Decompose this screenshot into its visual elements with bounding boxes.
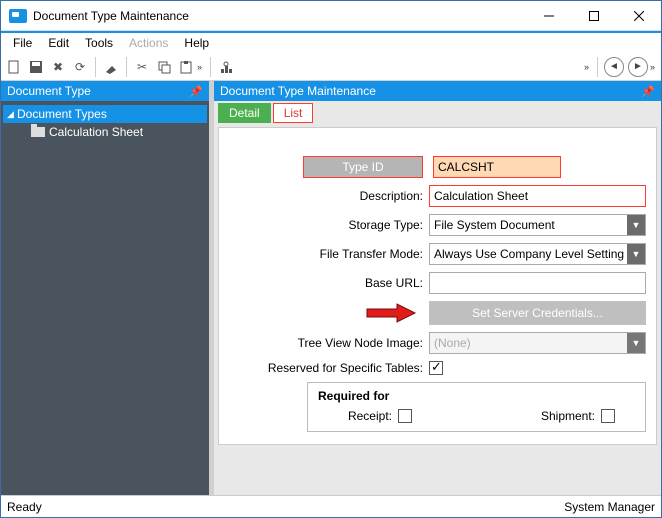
toolbar: ✖ ⟳ ✂ » » ◄ ► » bbox=[1, 53, 661, 81]
nav-forward-button[interactable]: ► bbox=[628, 57, 648, 77]
file-transfer-select[interactable]: Always Use Company Level Setting ▼ bbox=[429, 243, 646, 265]
cut-icon[interactable]: ✂ bbox=[131, 56, 153, 78]
nav-overflow-icon[interactable]: » bbox=[650, 62, 655, 72]
type-id-button[interactable]: Type ID bbox=[303, 156, 423, 178]
status-right: System Manager bbox=[564, 500, 655, 514]
menu-tools[interactable]: Tools bbox=[77, 34, 121, 52]
shipment-label: Shipment: bbox=[541, 409, 601, 423]
titlebar: Document Type Maintenance bbox=[1, 1, 661, 31]
clear-icon[interactable] bbox=[100, 56, 122, 78]
sidebar-header: Document Type 📌 bbox=[1, 81, 209, 101]
menu-file[interactable]: File bbox=[5, 34, 40, 52]
description-label: Description: bbox=[229, 189, 429, 203]
tab-list[interactable]: List bbox=[273, 103, 314, 123]
callout-arrow-icon bbox=[363, 303, 417, 323]
toolbar-overflow-right-icon[interactable]: » bbox=[584, 62, 589, 72]
file-transfer-label: File Transfer Mode: bbox=[229, 247, 429, 261]
shipment-checkbox[interactable] bbox=[601, 409, 615, 423]
copy-icon[interactable] bbox=[153, 56, 175, 78]
storage-type-select[interactable]: File System Document ▼ bbox=[429, 214, 646, 236]
reserved-checkbox[interactable] bbox=[429, 361, 443, 375]
menu-help[interactable]: Help bbox=[176, 34, 217, 52]
tree-child-label: Calculation Sheet bbox=[49, 125, 143, 139]
base-url-label: Base URL: bbox=[229, 276, 429, 290]
status-left: Ready bbox=[7, 500, 42, 514]
required-for-title: Required for bbox=[318, 389, 635, 403]
new-icon[interactable] bbox=[3, 56, 25, 78]
reserved-label: Reserved for Specific Tables: bbox=[229, 361, 429, 375]
tree-image-select: (None) ▼ bbox=[429, 332, 646, 354]
tree-root-label: Document Types bbox=[17, 107, 107, 121]
expand-icon[interactable]: ◢ bbox=[7, 109, 17, 120]
app-icon bbox=[9, 9, 27, 23]
receipt-label: Receipt: bbox=[318, 409, 398, 423]
save-icon[interactable] bbox=[25, 56, 47, 78]
nav-back-button[interactable]: ◄ bbox=[604, 57, 624, 77]
sidebar: Document Type 📌 ◢ Document Types Calcula… bbox=[1, 81, 209, 495]
pin-icon[interactable]: 📌 bbox=[641, 85, 655, 98]
close-button[interactable] bbox=[616, 1, 661, 30]
base-url-input[interactable] bbox=[429, 272, 646, 294]
menu-actions: Actions bbox=[121, 34, 176, 52]
type-id-field[interactable]: CALCSHT bbox=[433, 156, 561, 178]
menu-edit[interactable]: Edit bbox=[40, 34, 77, 52]
app-window: Document Type Maintenance File Edit Tool… bbox=[0, 0, 662, 518]
sidebar-title: Document Type bbox=[7, 84, 91, 98]
detail-form: Type ID CALCSHT Description: Storage Typ… bbox=[218, 127, 657, 445]
toolbar-overflow-icon[interactable]: » bbox=[197, 62, 202, 72]
menubar: File Edit Tools Actions Help bbox=[1, 31, 661, 53]
refresh-icon[interactable]: ⟳ bbox=[69, 56, 91, 78]
receipt-checkbox[interactable] bbox=[398, 409, 412, 423]
main-title: Document Type Maintenance bbox=[220, 84, 376, 98]
description-input[interactable] bbox=[429, 185, 646, 207]
tree-view[interactable]: ◢ Document Types Calculation Sheet bbox=[1, 101, 209, 495]
tab-detail[interactable]: Detail bbox=[218, 103, 271, 123]
maximize-button[interactable] bbox=[571, 1, 616, 30]
storage-type-label: Storage Type: bbox=[229, 218, 429, 232]
chevron-down-icon: ▼ bbox=[627, 333, 645, 353]
tree-image-label: Tree View Node Image: bbox=[229, 336, 429, 350]
chevron-down-icon: ▼ bbox=[627, 244, 645, 264]
minimize-button[interactable] bbox=[526, 1, 571, 30]
tree-item-calculation-sheet[interactable]: Calculation Sheet bbox=[3, 123, 207, 141]
delete-icon[interactable]: ✖ bbox=[47, 56, 69, 78]
statusbar: Ready System Manager bbox=[1, 495, 661, 517]
main-header: Document Type Maintenance 📌 bbox=[214, 81, 661, 101]
tree-root[interactable]: ◢ Document Types bbox=[3, 105, 207, 123]
set-server-credentials-button: Set Server Credentials... bbox=[429, 301, 646, 325]
required-for-group: Required for Receipt: Shipment: bbox=[307, 382, 646, 432]
tab-strip: Detail List bbox=[218, 103, 657, 123]
chevron-down-icon: ▼ bbox=[627, 215, 645, 235]
main-panel: Document Type Maintenance 📌 Detail List … bbox=[214, 81, 661, 495]
pin-icon[interactable]: 📌 bbox=[189, 85, 203, 98]
paste-icon[interactable] bbox=[175, 56, 197, 78]
window-title: Document Type Maintenance bbox=[33, 9, 526, 23]
folder-icon bbox=[31, 127, 45, 137]
find-icon[interactable] bbox=[215, 56, 237, 78]
